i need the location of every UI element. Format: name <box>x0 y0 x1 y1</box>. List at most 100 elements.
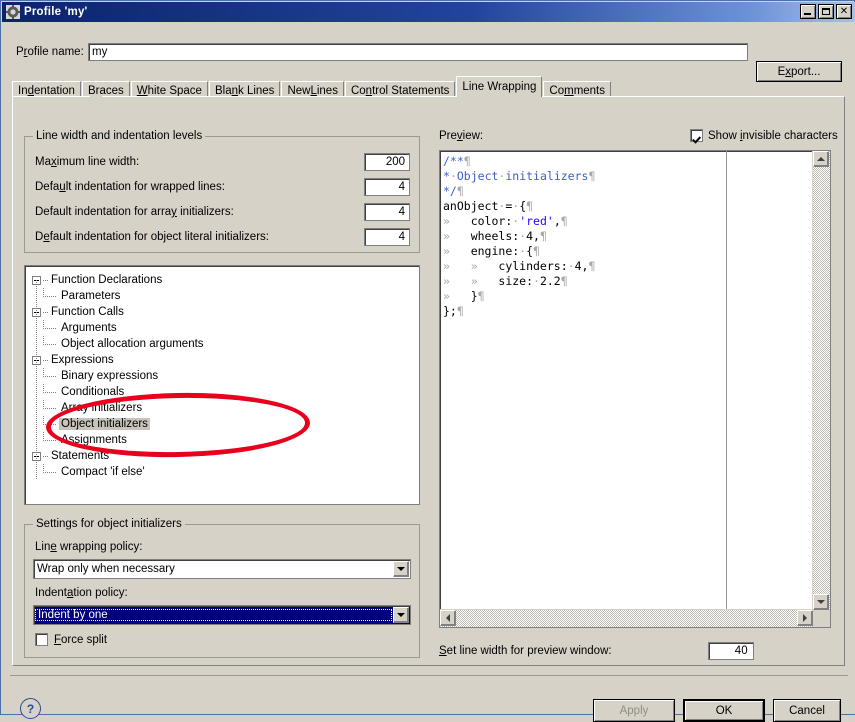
line-width-row-label-3: Default indentation for object literal i… <box>35 231 269 243</box>
tree-item[interactable]: Function Calls <box>32 304 206 320</box>
force-split-checkbox[interactable] <box>35 633 48 646</box>
tree-item-label: Arguments <box>61 322 117 334</box>
tab-active-mask <box>90 95 102 98</box>
code-line: » wheels:·4,¶ <box>443 229 547 243</box>
tree-connector <box>43 384 59 400</box>
tree-indent <box>32 432 43 448</box>
tree-indent <box>32 384 43 400</box>
tree-item-label: Binary expressions <box>61 370 159 382</box>
preview-code-text: /**¶ *·Object·initializers¶ */¶ anObject·=·… <box>443 154 595 319</box>
indentation-policy-label: Indentation policy: <box>35 587 128 599</box>
line-width-row-label-0: Maximum line width: <box>35 156 140 168</box>
tree-connector <box>43 304 49 320</box>
ok-button[interactable]: OK <box>683 699 765 722</box>
code-line: *·Object·initializers¶ <box>443 169 596 183</box>
preview-code-area[interactable]: /**¶ *·Object·initializers¶ */¶ anObject·=·… <box>439 150 831 628</box>
tree-connector <box>43 368 59 384</box>
tree-item-label: Conditionals <box>61 386 125 398</box>
scroll-left-icon[interactable] <box>440 610 456 626</box>
tree-item[interactable]: Object allocation arguments <box>32 336 206 352</box>
show-invisible-characters-row[interactable]: Show invisible characters <box>690 129 838 142</box>
line-wrapping-policy-label: Line wrapping policy: <box>35 541 143 553</box>
help-icon[interactable]: ? <box>20 698 41 719</box>
indentation-policy-combo[interactable]: Indent by one <box>33 605 411 625</box>
tree-trunk-line <box>36 280 37 470</box>
line-width-input-1[interactable]: 4 <box>364 178 410 196</box>
close-icon: ✕ <box>839 5 849 17</box>
scroll-right-icon[interactable] <box>797 610 813 626</box>
tree-item[interactable]: Binary expressions <box>32 368 206 384</box>
tree-item[interactable]: Expressions <box>32 352 206 368</box>
indentation-policy-value: Indent by one <box>35 609 392 621</box>
preview-label: Preview: <box>439 130 484 142</box>
footer-divider <box>10 675 848 676</box>
tree-item[interactable]: Parameters <box>32 288 206 304</box>
force-split-row[interactable]: Force split <box>35 633 107 646</box>
settings-group-title: Settings for object initializers <box>33 518 185 530</box>
tree-indent <box>32 368 43 384</box>
profile-name-input[interactable]: my <box>88 43 748 61</box>
dialog-client-area: Profile name: my Ex port... In d entation Br… <box>2 22 855 722</box>
tree-connector <box>43 352 49 368</box>
tree-item[interactable]: Statements <box>32 448 206 464</box>
profile-name-row: Profile name: my <box>16 42 842 62</box>
tree-item[interactable]: Assignments <box>32 432 206 448</box>
chevron-down-icon[interactable] <box>393 607 409 623</box>
line-width-row-label-1: Default indentation for wrapped lines: <box>35 181 225 193</box>
line-width-input-3[interactable]: 4 <box>364 228 410 246</box>
preview-line-width-input[interactable]: 40 <box>707 642 754 660</box>
line-width-group: Line width and indentation levels Maximu… <box>24 130 420 253</box>
maximize-button[interactable] <box>818 4 834 19</box>
chevron-down-icon[interactable] <box>393 561 409 577</box>
apply-button: Apply <box>593 699 675 722</box>
preview-line-width-row: Set line width for preview window: 40 <box>439 642 754 660</box>
tree-item[interactable]: Compact 'if else' <box>32 464 206 480</box>
tree-item-label: Object initializers <box>59 418 150 430</box>
title-bar: Profile 'my' ✕ <box>2 2 855 22</box>
scroll-down-icon[interactable] <box>813 594 829 610</box>
line-wrapping-policy-combo[interactable]: Wrap only when necessary <box>33 559 411 579</box>
preview-line-width-label: Set line width for preview window: <box>439 645 612 657</box>
line-width-input-2[interactable]: 4 <box>364 203 410 221</box>
tree-item-label: Object allocation arguments <box>61 338 204 350</box>
tree-connector <box>43 272 49 288</box>
tree-item[interactable]: Function Declarations <box>32 272 206 288</box>
code-line: };¶ <box>443 304 464 318</box>
tree-item-label: Array initializers <box>61 402 143 414</box>
tab-strip: In d entation Br aces White Space Bla n k Lines N… <box>12 76 845 99</box>
scroll-up-icon[interactable] <box>813 151 829 167</box>
force-split-label: Force split <box>54 633 108 646</box>
code-line: » }¶ <box>443 289 485 303</box>
tree-indent <box>32 464 43 480</box>
close-button[interactable]: ✕ <box>836 4 852 19</box>
tree-indent <box>32 320 43 336</box>
profile-name-label: Profile name: <box>16 46 84 58</box>
show-invisible-characters-label: Show invisible characters <box>708 129 838 142</box>
tree-item[interactable]: Arguments <box>32 320 206 336</box>
line-width-group-title: Line width and indentation levels <box>33 130 206 142</box>
line-width-row-label-2: Default indentation for array initialize… <box>35 206 234 218</box>
tree-connector <box>43 288 59 304</box>
tree-item[interactable]: Object initializers <box>32 416 206 432</box>
code-line: » engine:·{¶ <box>443 244 540 258</box>
tree-connector <box>43 320 59 336</box>
preview-vertical-scrollbar[interactable] <box>812 151 830 610</box>
code-line: /**¶ <box>443 154 471 168</box>
tree-connector <box>43 336 59 352</box>
tab-line-wrapping[interactable]: Line Wrappin g <box>456 76 543 97</box>
settings-group: Settings for object initializers Line wr… <box>24 518 420 658</box>
tree-item-label: Function Declarations <box>51 274 163 286</box>
cancel-button[interactable]: Cancel <box>773 699 841 722</box>
tree-item[interactable]: Array initializers <box>32 400 206 416</box>
code-line: » » size:·2.2¶ <box>443 274 568 288</box>
minimize-button[interactable] <box>800 4 816 19</box>
tree-indent <box>32 288 43 304</box>
preview-horizontal-scrollbar[interactable] <box>440 609 813 627</box>
line-width-input-0[interactable]: 200 <box>364 153 410 171</box>
tree-connector <box>43 448 49 464</box>
wrapping-elements-tree[interactable]: Function Declarations Parameters Function … <box>24 265 420 505</box>
profile-dialog-window: Profile 'my' ✕ Profile name: my Ex port..… <box>0 0 855 722</box>
tree-connector <box>43 400 59 416</box>
show-invisible-characters-checkbox[interactable] <box>690 129 703 142</box>
tree-item[interactable]: Conditionals <box>32 384 206 400</box>
